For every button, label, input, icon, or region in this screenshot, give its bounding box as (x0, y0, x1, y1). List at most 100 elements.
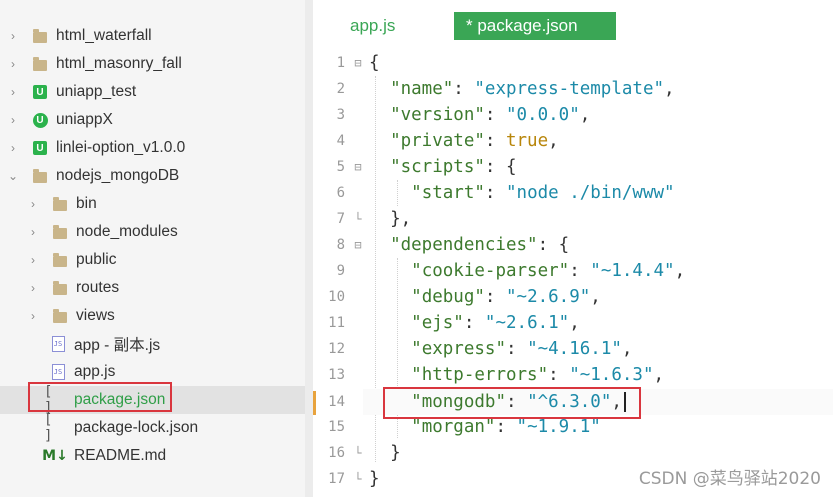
line-number: 1 (336, 55, 345, 71)
tree-item-html-waterfall[interactable]: › html_waterfall (0, 22, 305, 50)
tree-item-views[interactable]: › views (0, 302, 305, 330)
code-text: }, (369, 209, 412, 229)
folder-icon (52, 280, 68, 296)
tree-item-readme-md[interactable]: M↓ README.md (0, 442, 305, 470)
chevron-down-icon[interactable]: ⌄ (6, 169, 20, 183)
line-number: 8 (336, 237, 345, 253)
js-file-icon: JS (50, 364, 66, 380)
tree-item-nodejs-mongodb[interactable]: ⌄ nodejs_mongoDB (0, 162, 305, 190)
tree-item-label: nodejs_mongoDB (56, 167, 180, 184)
code-highlight-box (383, 387, 641, 419)
tree-item-label: linlei-option_v1.0.0 (56, 139, 186, 156)
tree-item-label: html_waterfall (56, 27, 152, 44)
uniapp-icon: U (32, 140, 48, 156)
code-text: } (369, 443, 401, 463)
line-number: 3 (336, 107, 345, 123)
code-line[interactable]: 1 ⊟ { (313, 50, 835, 76)
line-number: 12 (328, 341, 345, 357)
tree-item-uniapp-test[interactable]: › U uniapp_test (0, 78, 305, 106)
code-line[interactable]: 16 └ } (313, 440, 835, 466)
folder-icon (32, 56, 48, 72)
selection-highlight-box (28, 382, 172, 412)
line-number: 5 (336, 159, 345, 175)
fold-end-icon: └ (354, 472, 362, 486)
code-line[interactable]: 11 "ejs": "~2.6.1", (313, 310, 835, 336)
chevron-right-icon[interactable]: › (26, 253, 40, 267)
tree-item-routes[interactable]: › routes (0, 274, 305, 302)
tab-package-json[interactable]: * package.json (454, 12, 616, 40)
tree-item-node-modules[interactable]: › node_modules (0, 218, 305, 246)
tree-item-package-lock-json[interactable]: [ ] package-lock.json (0, 412, 305, 444)
chevron-right-icon[interactable]: › (6, 141, 20, 155)
chevron-right-icon[interactable]: › (6, 57, 20, 71)
tree-item-label: package-lock.json (74, 419, 199, 436)
js-file-icon: JS (50, 336, 66, 352)
folder-icon (52, 252, 68, 268)
line-number: 11 (328, 315, 345, 331)
chevron-right-icon[interactable]: › (26, 225, 40, 239)
tree-item-label: app - 副本.js (74, 337, 161, 354)
code-line[interactable]: 2 "name": "express-template", (313, 76, 835, 102)
chevron-right-icon[interactable]: › (6, 113, 20, 127)
tree-item-label: README.md (74, 447, 167, 464)
chevron-right-icon[interactable]: › (6, 29, 20, 43)
code-editor[interactable]: app.js * package.json 1 ⊟ { 2 "name": "e… (313, 0, 835, 497)
tree-item-html-masonry-fall[interactable]: › html_masonry_fall (0, 50, 305, 78)
code-text: } (369, 469, 380, 489)
fold-toggle-icon[interactable]: ⊟ (351, 56, 365, 70)
tree-item-app-copy-js[interactable]: JS app - 副本.js (0, 330, 305, 358)
tab-app-js[interactable]: app.js (338, 12, 407, 40)
chevron-right-icon[interactable]: › (26, 309, 40, 323)
line-number: 17 (328, 471, 345, 487)
uniapp-icon: U (32, 84, 48, 100)
code-line[interactable]: 5 ⊟ "scripts": { (313, 154, 835, 180)
line-number: 9 (336, 263, 345, 279)
code-line[interactable]: 4 "private": true, (313, 128, 835, 154)
tree-item-label: routes (76, 279, 120, 296)
fold-toggle-icon[interactable]: ⊟ (351, 160, 365, 174)
code-line[interactable]: 6 "start": "node ./bin/www" (313, 180, 835, 206)
tree-item-label: app.js (74, 363, 116, 380)
folder-icon (32, 28, 48, 44)
line-number: 16 (328, 445, 345, 461)
code-text: { (369, 53, 380, 73)
code-line[interactable]: 10 "debug": "~2.6.9", (313, 284, 835, 310)
chevron-right-icon[interactable]: › (6, 85, 20, 99)
code-text: "http-errors": "~1.6.3", (411, 365, 665, 385)
tree-item-public[interactable]: › public (0, 246, 305, 274)
markdown-file-icon: M↓ (42, 448, 68, 464)
tree-item-bin[interactable]: › bin (0, 190, 305, 218)
code-text: "express": "~4.16.1", (411, 339, 633, 359)
code-text: "private": true, (390, 131, 559, 151)
line-number: 14 (328, 394, 345, 410)
tree-item-label: uniapp_test (56, 83, 137, 100)
code-line[interactable]: 13 "http-errors": "~1.6.3", (313, 362, 835, 388)
code-text: "cookie-parser": "~1.4.4", (411, 261, 686, 281)
line-number: 15 (328, 419, 345, 435)
chevron-right-icon[interactable]: › (26, 281, 40, 295)
watermark: CSDN @菜鸟驿站2020 (638, 469, 821, 489)
tree-item-label: public (76, 251, 117, 268)
code-line[interactable]: 12 "express": "~4.16.1", (313, 336, 835, 362)
fold-end-icon: └ (354, 446, 362, 460)
code-line[interactable]: 7 └ }, (313, 206, 835, 232)
tree-item-label: uniappX (56, 111, 113, 128)
code-text: "name": "express-template", (390, 79, 675, 99)
code-text: "scripts": { (390, 157, 517, 177)
json-file-icon: [ ] (44, 412, 54, 444)
code-text: "debug": "~2.6.9", (411, 287, 601, 307)
folder-icon (52, 308, 68, 324)
fold-toggle-icon[interactable]: ⊟ (351, 238, 365, 252)
code-line[interactable]: 3 "version": "0.0.0", (313, 102, 835, 128)
line-number: 6 (336, 185, 345, 201)
tree-item-linlei-option[interactable]: › U linlei-option_v1.0.0 (0, 134, 305, 162)
code-text: "version": "0.0.0", (390, 105, 591, 125)
code-text: "ejs": "~2.6.1", (411, 313, 580, 333)
tree-item-uniappx[interactable]: › U uniappX (0, 106, 305, 134)
folder-icon (52, 224, 68, 240)
chevron-right-icon[interactable]: › (26, 197, 40, 211)
code-line[interactable]: 8 ⊟ "dependencies": { (313, 232, 835, 258)
sidebar-scrollbar[interactable] (305, 0, 313, 497)
code-line[interactable]: 9 "cookie-parser": "~1.4.4", (313, 258, 835, 284)
code-text: "start": "node ./bin/www" (411, 183, 675, 203)
